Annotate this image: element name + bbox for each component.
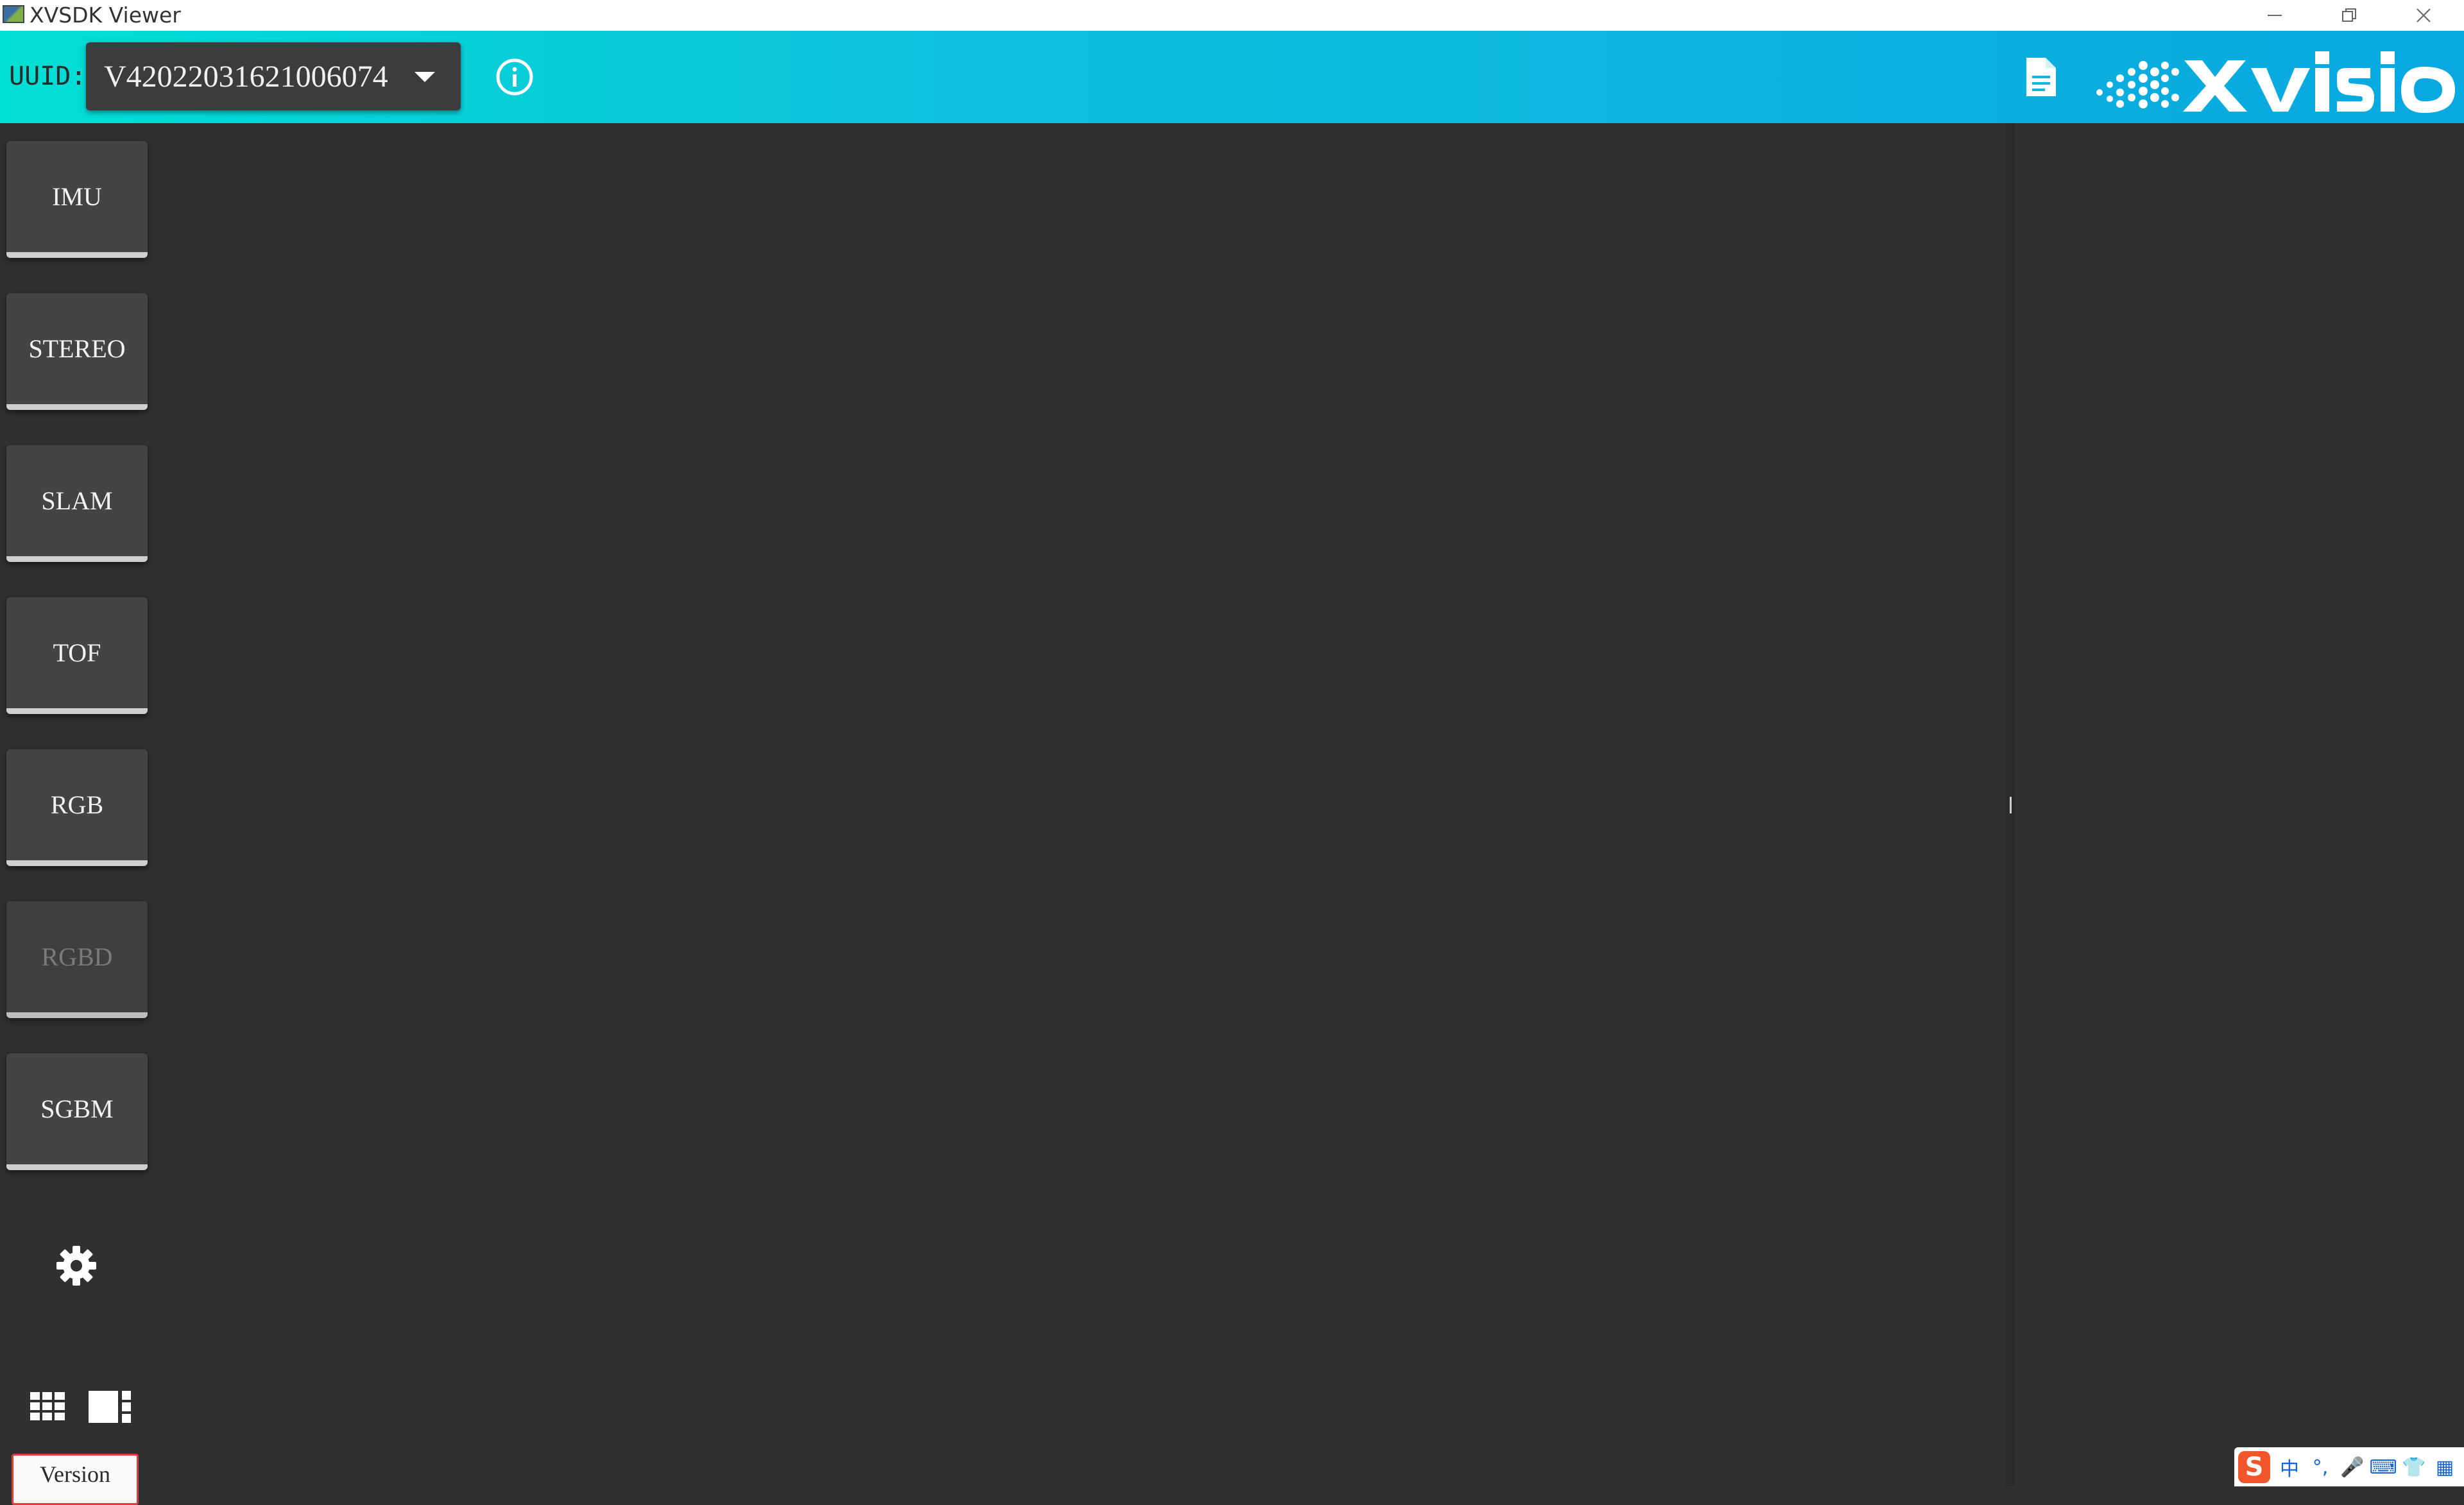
grid-layout-icon[interactable] — [30, 1392, 65, 1420]
splitter-handle[interactable] — [2010, 797, 2012, 813]
info-icon[interactable] — [495, 58, 534, 96]
minimize-button[interactable] — [2239, 0, 2310, 31]
ime-logo[interactable]: S — [2238, 1451, 2270, 1483]
close-button[interactable] — [2388, 0, 2459, 31]
xvisio-logo — [2096, 51, 2455, 113]
main-view-area — [154, 123, 2006, 1486]
chevron-down-icon — [415, 72, 435, 82]
stereo-button[interactable]: STEREO — [6, 293, 148, 410]
ime-toolbar: S 中 °, 🎤 ⌨ 👕 ▦ — [2234, 1447, 2464, 1486]
app-icon — [3, 5, 24, 23]
version-button[interactable]: Version — [12, 1454, 139, 1505]
rgbd-button-label: RGBD — [41, 942, 113, 971]
imu-button-label: IMU — [52, 182, 102, 211]
slam-button[interactable]: SLAM — [6, 445, 148, 562]
document-icon[interactable] — [2024, 55, 2058, 99]
rgbd-button: RGBD — [6, 901, 148, 1018]
rgb-button[interactable]: RGB — [6, 749, 148, 866]
skin-icon[interactable]: 👕 — [2401, 1455, 2427, 1479]
window-titlebar: XVSDK Viewer — [0, 0, 2464, 31]
ime-punctuation-toggle[interactable]: °, — [2307, 1455, 2333, 1479]
toolbox-icon[interactable]: ▦ — [2432, 1455, 2458, 1479]
uuid-dropdown[interactable]: V42022031621006074 — [86, 42, 461, 110]
gear-icon[interactable] — [55, 1245, 98, 1287]
minimize-icon — [2268, 15, 2282, 16]
uuid-selected-value: V42022031621006074 — [104, 60, 388, 94]
slam-button-label: SLAM — [41, 486, 113, 515]
uuid-label: UUID: — [9, 62, 87, 91]
window-title: XVSDK Viewer — [30, 3, 181, 28]
microphone-icon[interactable]: 🎤 — [2340, 1455, 2365, 1479]
restore-icon — [2342, 8, 2356, 22]
right-panel — [2015, 123, 2464, 1486]
split-layout-icon[interactable] — [89, 1391, 131, 1423]
stereo-button-label: STEREO — [28, 334, 126, 363]
tof-button[interactable]: TOF — [6, 597, 148, 714]
ime-language-toggle[interactable]: 中 — [2277, 1455, 2302, 1481]
rgb-button-label: RGB — [50, 790, 104, 819]
tof-button-label: TOF — [53, 638, 101, 667]
restore-button[interactable] — [2314, 0, 2384, 31]
close-icon — [2417, 8, 2431, 22]
app-header: UUID: V42022031621006074 — [0, 31, 2464, 123]
imu-button[interactable]: IMU — [6, 141, 148, 258]
keyboard-icon[interactable]: ⌨ — [2369, 1455, 2397, 1479]
sgbm-button-label: SGBM — [40, 1094, 114, 1123]
sgbm-button[interactable]: SGBM — [6, 1053, 148, 1170]
